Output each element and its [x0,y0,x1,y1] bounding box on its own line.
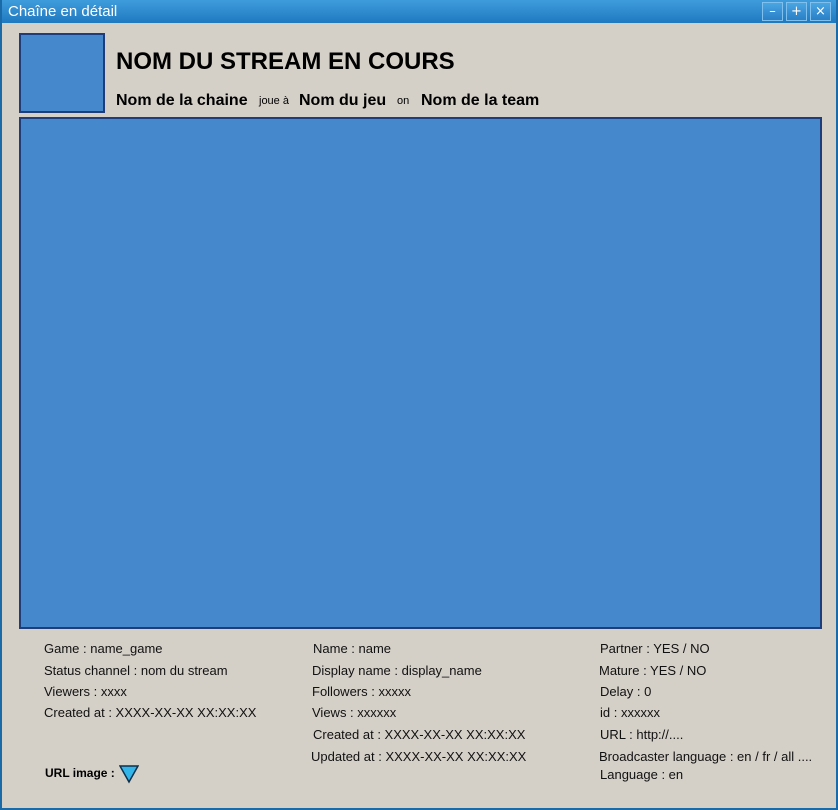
info-followers: Followers : xxxxx [312,684,411,699]
url-image-label: URL image : [45,766,115,780]
info-partner: Partner : YES / NO [600,641,710,656]
detail-window: Chaîne en détail – + × NOM DU STREAM EN … [0,0,838,810]
info-mature: Mature : YES / NO [599,663,707,678]
channel-logo-placeholder [19,33,105,113]
info-updated-at: Updated at : XXXX-XX-XX XX:XX:XX [311,749,527,764]
plays-label: joue à [259,95,289,107]
info-delay: Delay : 0 [600,684,652,699]
minimize-button[interactable]: – [762,2,783,21]
team-name: Nom de la team [421,92,540,109]
info-viewers: Viewers : xxxx [44,684,127,699]
info-url: URL : http://.... [600,727,684,742]
info-id: id : xxxxxx [600,705,660,720]
stream-title: NOM DU STREAM EN COURS [116,48,455,75]
triangle-down-icon[interactable] [118,764,140,789]
info-broadcaster-language: Broadcaster language : en / fr / all ...… [599,749,813,764]
info-status-channel: Status channel : nom du stream [44,663,228,678]
info-display-name: Display name : display_name [312,663,482,678]
stream-player-placeholder[interactable] [19,117,822,629]
maximize-button[interactable]: + [786,2,807,21]
info-name: Name : name [313,641,392,656]
close-button[interactable]: × [810,2,831,21]
title-bar[interactable]: Chaîne en détail – + × [2,0,836,23]
info-game: Game : name_game [44,641,163,656]
channel-name: Nom de la chaine [116,92,248,109]
game-name: Nom du jeu [299,92,387,109]
info-language: Language : en [600,767,684,782]
info-channel-created-at: Created at : XXXX-XX-XX XX:XX:XX [313,727,526,742]
window-title: Chaîne en détail [8,3,118,20]
info-created-at: Created at : XXXX-XX-XX XX:XX:XX [44,705,257,720]
info-views: Views : xxxxxx [312,705,397,720]
on-label: on [397,95,410,107]
